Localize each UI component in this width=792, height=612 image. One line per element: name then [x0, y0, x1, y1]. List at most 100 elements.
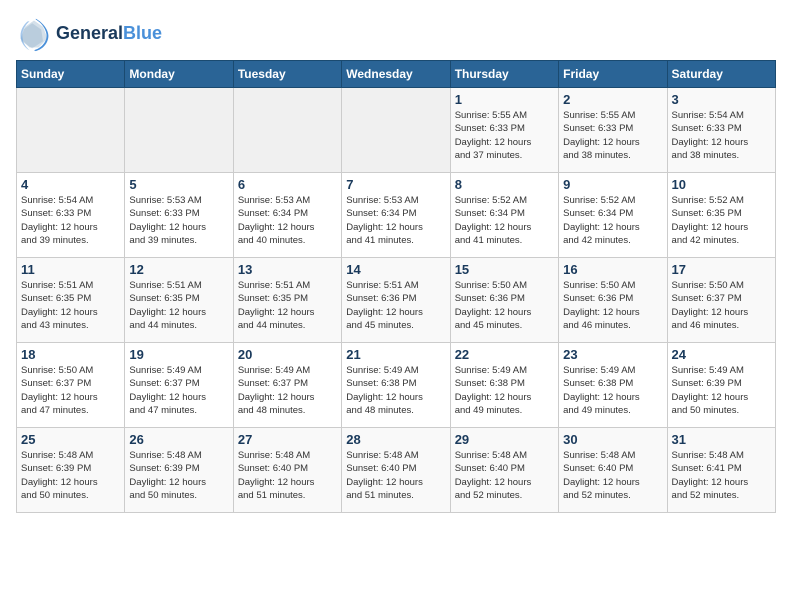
day-info: Sunrise: 5:51 AM Sunset: 6:35 PM Dayligh… [129, 279, 228, 332]
calendar-cell: 30 Sunrise: 5:48 AM Sunset: 6:40 PM Dayli… [559, 428, 667, 513]
day-info: Sunrise: 5:48 AM Sunset: 6:40 PM Dayligh… [455, 449, 554, 502]
day-number: 13 [238, 262, 337, 277]
calendar-table: SundayMondayTuesdayWednesdayThursdayFrid… [16, 60, 776, 513]
calendar-cell: 25 Sunrise: 5:48 AM Sunset: 6:39 PM Dayli… [17, 428, 125, 513]
calendar-cell: 19 Sunrise: 5:49 AM Sunset: 6:37 PM Dayli… [125, 343, 233, 428]
calendar-week-1: 1 Sunrise: 5:55 AM Sunset: 6:33 PM Daylig… [17, 88, 776, 173]
calendar-cell [125, 88, 233, 173]
day-number: 10 [672, 177, 771, 192]
day-number: 9 [563, 177, 662, 192]
day-number: 12 [129, 262, 228, 277]
weekday-header-thursday: Thursday [450, 61, 558, 88]
calendar-week-5: 25 Sunrise: 5:48 AM Sunset: 6:39 PM Dayli… [17, 428, 776, 513]
day-number: 30 [563, 432, 662, 447]
day-number: 5 [129, 177, 228, 192]
day-number: 27 [238, 432, 337, 447]
calendar-cell: 10 Sunrise: 5:52 AM Sunset: 6:35 PM Dayli… [667, 173, 775, 258]
calendar-cell: 23 Sunrise: 5:49 AM Sunset: 6:38 PM Dayli… [559, 343, 667, 428]
calendar-cell: 26Sunrise: 5:48 AM Sunset: 6:39 PM Dayli… [125, 428, 233, 513]
calendar-cell: 5 Sunrise: 5:53 AM Sunset: 6:33 PM Daylig… [125, 173, 233, 258]
day-info: Sunrise: 5:48 AM Sunset: 6:40 PM Dayligh… [563, 449, 662, 502]
day-info: Sunrise: 5:55 AM Sunset: 6:33 PM Dayligh… [563, 109, 662, 162]
calendar-cell: 9 Sunrise: 5:52 AM Sunset: 6:34 PM Daylig… [559, 173, 667, 258]
day-number: 23 [563, 347, 662, 362]
day-number: 14 [346, 262, 445, 277]
calendar-cell [17, 88, 125, 173]
day-info: Sunrise: 5:51 AM Sunset: 6:35 PM Dayligh… [21, 279, 120, 332]
calendar-cell: 6Sunrise: 5:53 AM Sunset: 6:34 PM Daylig… [233, 173, 341, 258]
day-number: 28 [346, 432, 445, 447]
day-number: 29 [455, 432, 554, 447]
day-number: 24 [672, 347, 771, 362]
calendar-cell: 29 Sunrise: 5:48 AM Sunset: 6:40 PM Dayli… [450, 428, 558, 513]
day-info: Sunrise: 5:48 AM Sunset: 6:39 PM Dayligh… [21, 449, 120, 502]
day-number: 25 [21, 432, 120, 447]
day-number: 3 [672, 92, 771, 107]
calendar-week-3: 11 Sunrise: 5:51 AM Sunset: 6:35 PM Dayli… [17, 258, 776, 343]
calendar-cell: 31 Sunrise: 5:48 AM Sunset: 6:41 PM Dayli… [667, 428, 775, 513]
day-info: Sunrise: 5:51 AM Sunset: 6:35 PM Dayligh… [238, 279, 337, 332]
calendar-cell: 21Sunrise: 5:49 AM Sunset: 6:38 PM Dayli… [342, 343, 450, 428]
day-info: Sunrise: 5:49 AM Sunset: 6:38 PM Dayligh… [455, 364, 554, 417]
day-info: Sunrise: 5:55 AM Sunset: 6:33 PM Dayligh… [455, 109, 554, 162]
day-info: Sunrise: 5:50 AM Sunset: 6:37 PM Dayligh… [672, 279, 771, 332]
calendar-cell: 16 Sunrise: 5:50 AM Sunset: 6:36 PM Dayli… [559, 258, 667, 343]
logo: GeneralBlue [16, 16, 162, 52]
calendar-cell: 11 Sunrise: 5:51 AM Sunset: 6:35 PM Dayli… [17, 258, 125, 343]
calendar-cell: 13 Sunrise: 5:51 AM Sunset: 6:35 PM Dayli… [233, 258, 341, 343]
day-info: Sunrise: 5:48 AM Sunset: 6:41 PM Dayligh… [672, 449, 771, 502]
day-info: Sunrise: 5:52 AM Sunset: 6:35 PM Dayligh… [672, 194, 771, 247]
calendar-cell: 17 Sunrise: 5:50 AM Sunset: 6:37 PM Dayli… [667, 258, 775, 343]
calendar-cell: 12 Sunrise: 5:51 AM Sunset: 6:35 PM Dayli… [125, 258, 233, 343]
weekday-header-wednesday: Wednesday [342, 61, 450, 88]
day-number: 11 [21, 262, 120, 277]
day-number: 18 [21, 347, 120, 362]
day-number: 22 [455, 347, 554, 362]
calendar-cell: 8Sunrise: 5:52 AM Sunset: 6:34 PM Daylig… [450, 173, 558, 258]
calendar-cell: 2 Sunrise: 5:55 AM Sunset: 6:33 PM Daylig… [559, 88, 667, 173]
calendar-cell: 22 Sunrise: 5:49 AM Sunset: 6:38 PM Dayli… [450, 343, 558, 428]
calendar-cell: 24Sunrise: 5:49 AM Sunset: 6:39 PM Dayli… [667, 343, 775, 428]
calendar-cell: 15 Sunrise: 5:50 AM Sunset: 6:36 PM Dayli… [450, 258, 558, 343]
logo-icon [16, 16, 52, 52]
day-info: Sunrise: 5:49 AM Sunset: 6:37 PM Dayligh… [129, 364, 228, 417]
calendar-cell [233, 88, 341, 173]
weekday-header-monday: Monday [125, 61, 233, 88]
day-number: 20 [238, 347, 337, 362]
day-info: Sunrise: 5:50 AM Sunset: 6:37 PM Dayligh… [21, 364, 120, 417]
day-number: 16 [563, 262, 662, 277]
weekday-header-sunday: Sunday [17, 61, 125, 88]
calendar-cell [342, 88, 450, 173]
day-info: Sunrise: 5:54 AM Sunset: 6:33 PM Dayligh… [21, 194, 120, 247]
day-info: Sunrise: 5:50 AM Sunset: 6:36 PM Dayligh… [563, 279, 662, 332]
day-info: Sunrise: 5:48 AM Sunset: 6:40 PM Dayligh… [346, 449, 445, 502]
calendar-cell: 4 Sunrise: 5:54 AM Sunset: 6:33 PM Daylig… [17, 173, 125, 258]
day-number: 19 [129, 347, 228, 362]
day-info: Sunrise: 5:50 AM Sunset: 6:36 PM Dayligh… [455, 279, 554, 332]
weekday-header-saturday: Saturday [667, 61, 775, 88]
day-number: 4 [21, 177, 120, 192]
day-info: Sunrise: 5:48 AM Sunset: 6:40 PM Dayligh… [238, 449, 337, 502]
day-info: Sunrise: 5:49 AM Sunset: 6:38 PM Dayligh… [346, 364, 445, 417]
day-number: 2 [563, 92, 662, 107]
day-number: 31 [672, 432, 771, 447]
calendar-cell: 27 Sunrise: 5:48 AM Sunset: 6:40 PM Dayli… [233, 428, 341, 513]
day-info: Sunrise: 5:51 AM Sunset: 6:36 PM Dayligh… [346, 279, 445, 332]
day-info: Sunrise: 5:52 AM Sunset: 6:34 PM Dayligh… [563, 194, 662, 247]
calendar-cell: 18 Sunrise: 5:50 AM Sunset: 6:37 PM Dayli… [17, 343, 125, 428]
day-info: Sunrise: 5:54 AM Sunset: 6:33 PM Dayligh… [672, 109, 771, 162]
day-number: 17 [672, 262, 771, 277]
calendar-cell: 20 Sunrise: 5:49 AM Sunset: 6:37 PM Dayli… [233, 343, 341, 428]
day-info: Sunrise: 5:53 AM Sunset: 6:33 PM Dayligh… [129, 194, 228, 247]
day-number: 1 [455, 92, 554, 107]
day-info: Sunrise: 5:49 AM Sunset: 6:38 PM Dayligh… [563, 364, 662, 417]
day-info: Sunrise: 5:53 AM Sunset: 6:34 PM Dayligh… [346, 194, 445, 247]
calendar-cell: 1 Sunrise: 5:55 AM Sunset: 6:33 PM Daylig… [450, 88, 558, 173]
calendar-cell: 28 Sunrise: 5:48 AM Sunset: 6:40 PM Dayli… [342, 428, 450, 513]
day-number: 15 [455, 262, 554, 277]
weekday-header-tuesday: Tuesday [233, 61, 341, 88]
day-info: Sunrise: 5:49 AM Sunset: 6:37 PM Dayligh… [238, 364, 337, 417]
day-number: 8 [455, 177, 554, 192]
calendar-cell: 3 Sunrise: 5:54 AM Sunset: 6:33 PM Daylig… [667, 88, 775, 173]
day-number: 7 [346, 177, 445, 192]
